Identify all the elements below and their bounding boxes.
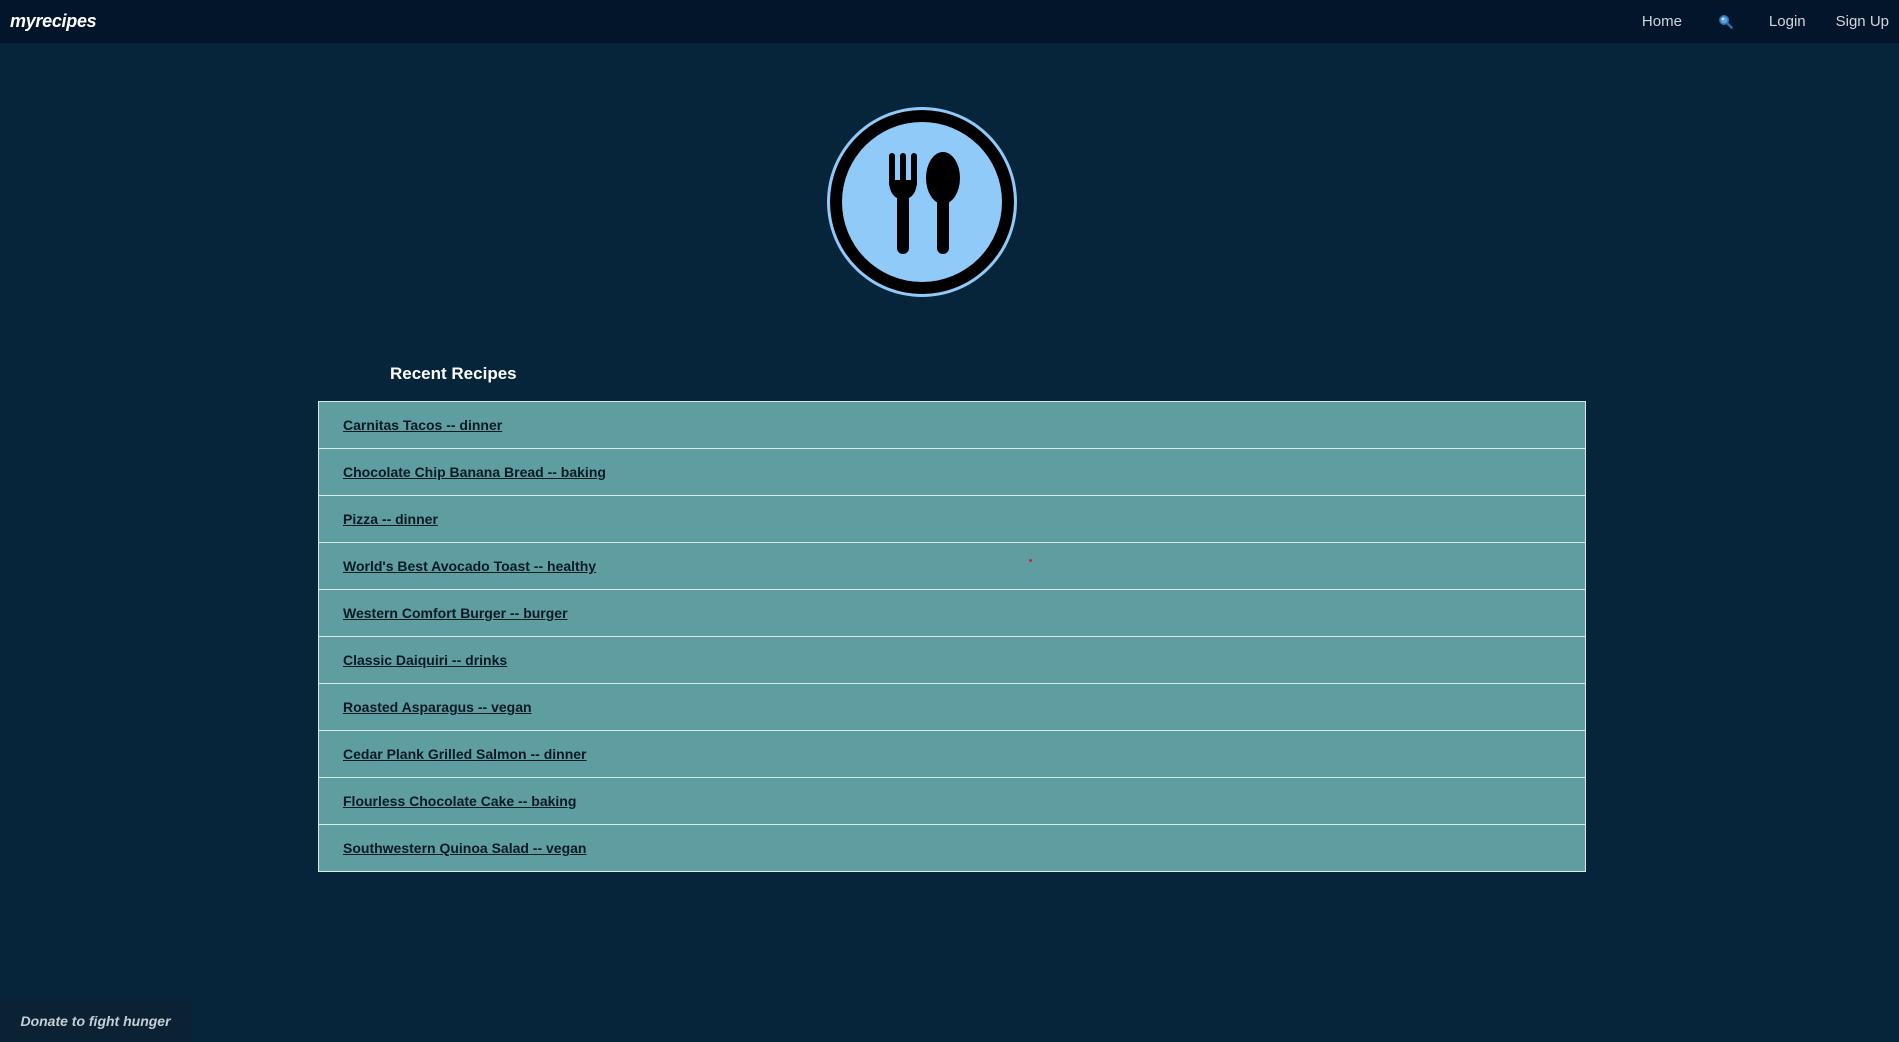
list-item: Cedar Plank Grilled Salmon -- dinner [319,731,1585,778]
recipe-link[interactable]: Flourless Chocolate Cake -- baking [343,793,576,809]
recipe-link[interactable]: Classic Daiquiri -- drinks [343,652,507,668]
recipe-link[interactable]: Carnitas Tacos -- dinner [343,417,502,433]
search-icon [1718,14,1733,29]
recipe-link[interactable]: Chocolate Chip Banana Bread -- baking [343,464,606,480]
nav-login-link[interactable]: Login [1769,0,1806,43]
list-item: Chocolate Chip Banana Bread -- baking [319,449,1585,496]
list-item: Classic Daiquiri -- drinks [319,637,1585,684]
recipe-link[interactable]: Western Comfort Burger -- burger [343,605,568,621]
cursor-dot [1029,559,1032,562]
list-item: Carnitas Tacos -- dinner [319,402,1585,449]
fork-spoon-icon [827,107,1017,297]
nav-home-link[interactable]: Home [1642,0,1682,43]
donate-button[interactable]: Donate to fight hunger [0,999,191,1042]
list-item: Southwestern Quinoa Salad -- vegan [319,825,1585,872]
nav-search-link[interactable] [1718,0,1733,43]
recipe-link[interactable]: Cedar Plank Grilled Salmon -- dinner [343,746,587,762]
list-item: Roasted Asparagus -- vegan [319,684,1585,731]
recent-recipes-list: Carnitas Tacos -- dinner Chocolate Chip … [318,401,1586,872]
list-item: Western Comfort Burger -- burger [319,590,1585,637]
recipe-link[interactable]: Pizza -- dinner [343,511,438,527]
top-navbar: myrecipes Home Login Sign Up [0,0,1899,43]
list-item: Pizza -- dinner [319,496,1585,543]
recipe-link[interactable]: Roasted Asparagus -- vegan [343,699,532,715]
nav-links: Home Login Sign Up [1642,0,1889,43]
list-item: World's Best Avocado Toast -- healthy [319,543,1585,590]
recipe-link[interactable]: Southwestern Quinoa Salad -- vegan [343,840,586,856]
site-logo [826,106,1018,298]
list-item: Flourless Chocolate Cake -- baking [319,778,1585,825]
nav-signup-link[interactable]: Sign Up [1836,0,1889,43]
brand-logo-link[interactable]: myrecipes [10,11,97,32]
recent-recipes-heading: Recent Recipes [390,364,517,383]
recipe-link[interactable]: World's Best Avocado Toast -- healthy [343,558,596,574]
